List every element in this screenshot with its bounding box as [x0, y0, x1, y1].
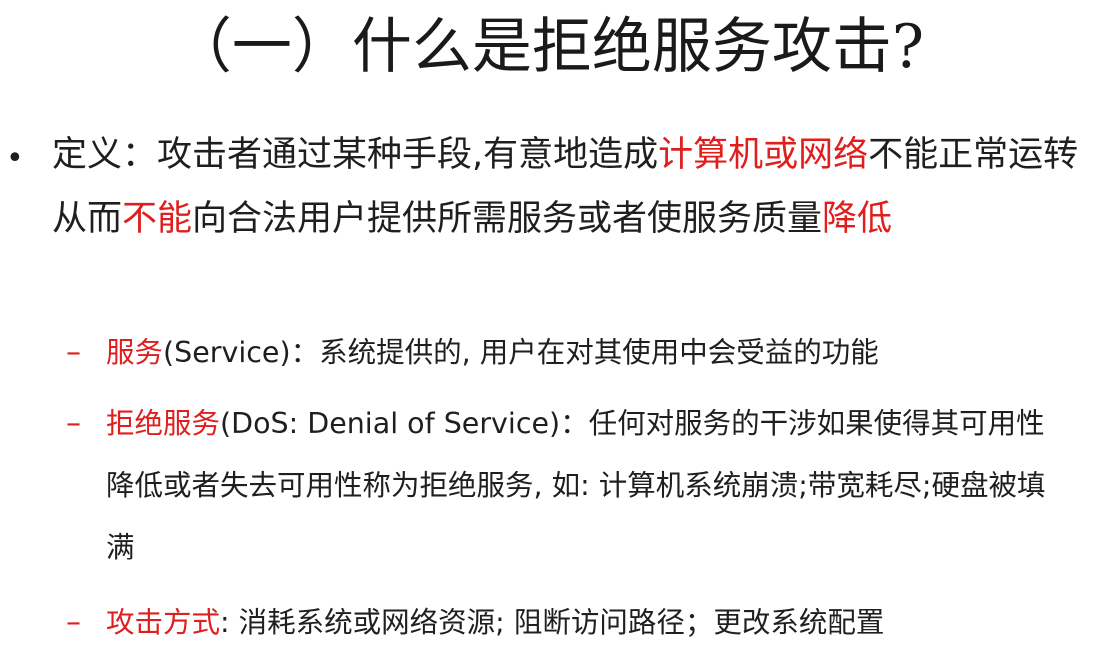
sub-item-description: (Service)：系统提供的, 用户在对其使用中会受益的功能 [163, 336, 879, 369]
dash-icon: – [66, 605, 81, 640]
dash-icon: – [66, 406, 81, 441]
slide-title: （一）什么是拒绝服务攻击? [171, 12, 925, 82]
sub-item-term: 服务 [106, 336, 164, 369]
slide: （一）什么是拒绝服务攻击? • 定义：攻击者通过某种手段,有意地造成计算机或网络… [0, 0, 1096, 649]
sub-item-term: 拒绝服务 [106, 407, 221, 440]
sub-item-text: 拒绝服务(DoS: Denial of Service)：任何对服务的干涉如果使… [106, 393, 1066, 579]
definition-segment: 定义：攻击者通过某种手段,有意地造成 [52, 135, 659, 175]
sub-item-description: : 消耗系统或网络资源; 阻断访问路径；更改系统配置 [220, 606, 885, 639]
sub-item-term: 攻击方式 [106, 606, 221, 639]
sub-item-description: (DoS: Denial of Service)：任何对服务的干涉如果使得其可用… [106, 407, 1046, 564]
definition-highlight: 降低 [822, 199, 893, 239]
sub-item-text: 攻击方式: 消耗系统或网络资源; 阻断访问路径；更改系统配置 [106, 592, 1066, 649]
sub-item-text: 服务(Service)：系统提供的, 用户在对其使用中会受益的功能 [106, 322, 1066, 384]
dash-icon: – [66, 335, 81, 370]
definition-text: 定义：攻击者通过某种手段,有意地造成计算机或网络不能正常运转从而不能向合法用户提… [52, 123, 1082, 251]
bullet-dot-icon: • [6, 141, 24, 176]
definition-highlight: 计算机或网络 [658, 135, 869, 175]
definition-highlight: 不能 [122, 199, 193, 239]
definition-segment: 向合法用户提供所需服务或者使服务质量 [192, 199, 823, 239]
